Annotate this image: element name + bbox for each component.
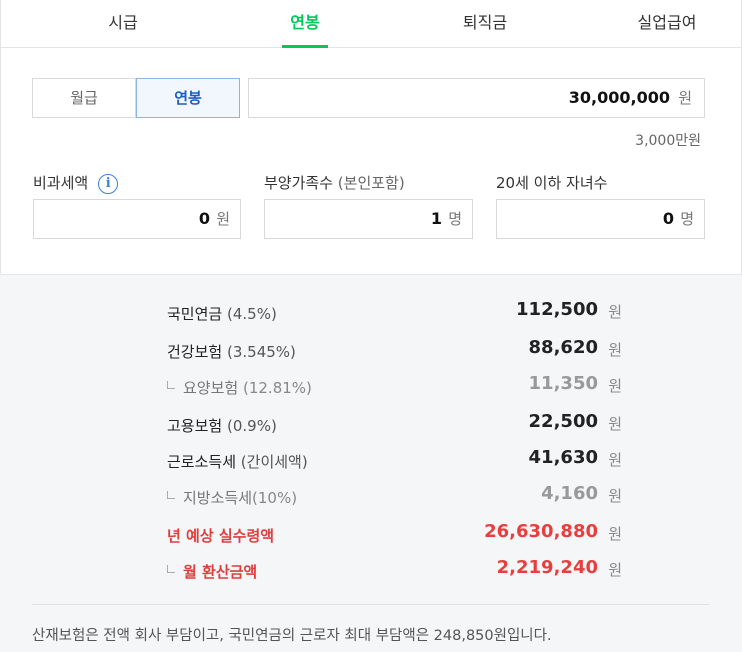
tab-unemployment[interactable]: 실업급여 — [605, 0, 729, 48]
tab-hourly[interactable]: 시급 — [61, 0, 185, 48]
children-input[interactable]: 0 명 — [496, 199, 705, 239]
result-rate: (0.9%) — [226, 417, 277, 435]
result-amount: 41,630 — [528, 447, 598, 468]
info-icon[interactable]: i — [98, 174, 119, 194]
branch-icon — [167, 565, 175, 573]
dependents-label: 부양가족수 — [264, 174, 334, 192]
result-rate: (간이세액) — [240, 453, 308, 471]
result-amount: 22,500 — [528, 411, 598, 432]
result-unit: 원 — [608, 487, 622, 505]
result-name: 월 환산금액 — [183, 563, 258, 581]
result-name: 고용보험 — [167, 417, 223, 435]
result-row-income-tax: 근로소득세 (간이세액) 41,630 원 — [167, 443, 622, 473]
result-rate: (12.81%) — [242, 379, 312, 397]
nontax-label-group: 비과세액 i — [33, 172, 119, 194]
result-row-employment-insurance: 고용보험 (0.9%) 22,500 원 — [167, 407, 622, 437]
result-unit: 원 — [608, 415, 622, 433]
result-rate: (3.545%) — [226, 343, 296, 361]
nontax-value: 0 — [198, 209, 210, 228]
result-panel: 국민연금 (4.5%) 112,500 원 건강보험 (3.545%) 88,6… — [0, 274, 742, 652]
result-amount: 26,630,880 — [484, 521, 598, 542]
divider — [32, 604, 710, 605]
children-label: 20세 이하 자녀수 — [496, 174, 608, 192]
dependents-unit: 명 — [448, 210, 462, 228]
result-amount: 11,350 — [528, 373, 598, 394]
salary-unit: 원 — [678, 89, 692, 107]
result-row-national-pension: 국민연금 (4.5%) 112,500 원 — [167, 295, 622, 325]
salary-input[interactable]: 30,000,000 원 — [248, 78, 705, 118]
salary-hint: 3,000만원 — [635, 133, 701, 149]
salary-value: 30,000,000 — [568, 88, 670, 107]
result-unit: 원 — [608, 377, 622, 395]
result-unit: 원 — [608, 561, 622, 579]
dependents-label-group: 부양가족수 (본인포함) — [264, 172, 405, 193]
children-value: 0 — [662, 209, 674, 228]
nontax-unit: 원 — [216, 210, 230, 228]
result-amount: 88,620 — [528, 337, 598, 358]
dependents-value: 1 — [430, 209, 442, 228]
calculator-tabs: 시급 연봉 퇴직금 실업급여 — [0, 0, 742, 48]
result-rate: (4.5%) — [226, 305, 277, 323]
result-amount: 2,219,240 — [496, 557, 598, 578]
result-name: 근로소득세 — [167, 453, 237, 471]
result-row-care-insurance: 요양보험 (12.81%) 11,350 원 — [167, 369, 622, 399]
result-unit: 원 — [608, 451, 622, 469]
result-amount: 4,160 — [541, 483, 598, 504]
result-row-monthly-net: 월 환산금액 2,219,240 원 — [167, 553, 622, 583]
branch-icon — [167, 491, 175, 499]
footnote: 산재보험은 전액 회사 부담이고, 국민연금의 근로자 최대 부담액은 248,… — [32, 628, 552, 644]
result-row-health-insurance: 건강보험 (3.545%) 88,620 원 — [167, 333, 622, 363]
result-name: 지방소득세 — [183, 489, 253, 507]
monthly-toggle-button[interactable]: 월급 — [32, 78, 136, 118]
result-unit: 원 — [608, 303, 622, 321]
result-name: 국민연금 — [167, 305, 223, 323]
input-panel: 월급 연봉 30,000,000 원 3,000만원 비과세액 i 부양가족수 (… — [0, 48, 742, 274]
result-name: 요양보험 — [183, 379, 239, 397]
result-name: 년 예상 실수령액 — [167, 527, 275, 545]
dependents-label-sub: (본인포함) — [337, 174, 405, 192]
nontax-label: 비과세액 — [33, 174, 89, 192]
result-name: 건강보험 — [167, 343, 223, 361]
annual-toggle-button[interactable]: 연봉 — [136, 78, 240, 118]
result-row-local-income-tax: 지방소득세(10%) 4,160 원 — [167, 479, 622, 509]
result-row-annual-net: 년 예상 실수령액 26,630,880 원 — [167, 517, 622, 547]
children-unit: 명 — [680, 210, 694, 228]
result-unit: 원 — [608, 525, 622, 543]
tab-annual[interactable]: 연봉 — [243, 0, 367, 48]
dependents-input[interactable]: 1 명 — [264, 199, 473, 239]
tab-severance[interactable]: 퇴직금 — [423, 0, 547, 48]
result-rate: (10%) — [252, 489, 298, 507]
nontax-input[interactable]: 0 원 — [33, 199, 241, 239]
branch-icon — [167, 381, 175, 389]
result-amount: 112,500 — [516, 299, 598, 320]
result-unit: 원 — [608, 341, 622, 359]
